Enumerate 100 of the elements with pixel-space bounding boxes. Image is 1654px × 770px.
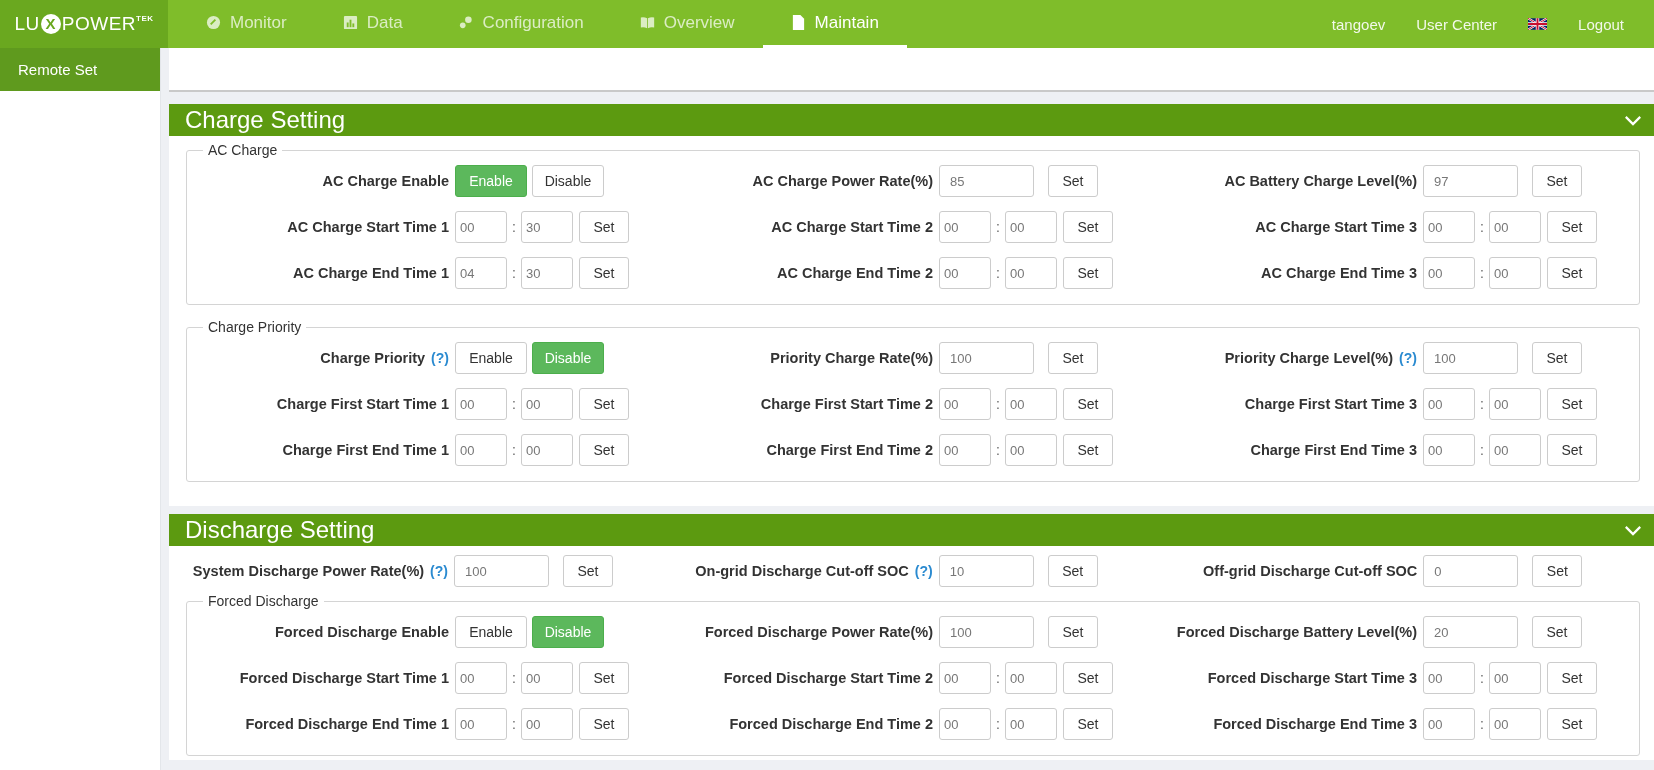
help-link[interactable]: (?): [430, 563, 448, 579]
minute-field[interactable]: 00: [521, 708, 573, 740]
set-button[interactable]: Set: [1063, 708, 1113, 740]
set-button[interactable]: Set: [1532, 555, 1583, 587]
chevron-icon[interactable]: [1624, 114, 1642, 126]
sidebar-item[interactable]: Remote Set: [0, 48, 160, 91]
minute-field[interactable]: 00: [1005, 211, 1057, 243]
set-button[interactable]: Set: [1063, 211, 1113, 243]
hour-field[interactable]: 00: [1423, 434, 1475, 466]
set-button[interactable]: Set: [563, 555, 613, 587]
set-button[interactable]: Set: [1063, 434, 1113, 466]
hour-field[interactable]: 00: [1423, 211, 1475, 243]
help-link[interactable]: (?): [914, 563, 933, 579]
hour-field[interactable]: 00: [939, 662, 991, 694]
number-field[interactable]: 85: [939, 165, 1034, 197]
time-separator: :: [995, 442, 1001, 458]
field-label: AC Charge Enable: [322, 173, 449, 189]
hour-field[interactable]: 00: [939, 388, 991, 420]
set-button[interactable]: Set: [1532, 616, 1582, 648]
field-label: AC Charge End Time 2: [776, 265, 933, 281]
number-field[interactable]: 20: [1423, 616, 1518, 648]
toggle-button[interactable]: Enable: [455, 616, 527, 648]
hour-field[interactable]: 00: [1423, 257, 1475, 289]
set-button[interactable]: Set: [1063, 388, 1113, 420]
minute-field[interactable]: 00: [521, 388, 573, 420]
field-label: Forced Discharge Enable: [274, 624, 449, 640]
set-button[interactable]: Set: [579, 388, 629, 420]
minute-field[interactable]: 00: [1005, 662, 1057, 694]
hour-field[interactable]: 00: [939, 434, 991, 466]
hour-field[interactable]: 04: [455, 257, 507, 289]
minute-field[interactable]: 00: [1005, 708, 1057, 740]
minute-field[interactable]: 00: [1005, 388, 1057, 420]
number-field[interactable]: 100: [454, 555, 549, 587]
hour-field[interactable]: 00: [455, 662, 507, 694]
number-field[interactable]: 10: [938, 555, 1034, 587]
toggle-button[interactable]: Disable: [532, 165, 604, 197]
minute-field[interactable]: 00: [521, 662, 573, 694]
toggle-button[interactable]: Enable: [455, 165, 527, 197]
set-button[interactable]: Set: [1048, 342, 1098, 374]
hour-field[interactable]: 00: [1423, 662, 1475, 694]
set-button[interactable]: Set: [1047, 555, 1098, 587]
help-link[interactable]: (?): [431, 350, 449, 366]
hour-field[interactable]: 00: [1423, 388, 1475, 420]
set-button[interactable]: Set: [1532, 342, 1582, 374]
number-field[interactable]: 100: [1423, 342, 1518, 374]
hour-field[interactable]: 00: [939, 211, 991, 243]
field-label: On-grid Discharge Cut-off SOC: [695, 563, 909, 579]
hour-field[interactable]: 00: [455, 434, 507, 466]
minute-field[interactable]: 30: [521, 211, 573, 243]
set-button[interactable]: Set: [1547, 211, 1597, 243]
flag-icon[interactable]: [1528, 18, 1548, 30]
number-field[interactable]: 97: [1423, 165, 1518, 197]
toggle-button[interactable]: Enable: [455, 342, 527, 374]
section-header[interactable]: Charge Setting: [169, 104, 1654, 136]
set-button[interactable]: Set: [579, 211, 629, 243]
minute-field[interactable]: 00: [521, 434, 573, 466]
hour-field[interactable]: 00: [939, 708, 991, 740]
set-button[interactable]: Set: [579, 257, 629, 289]
set-button[interactable]: Set: [1547, 257, 1597, 289]
set-button[interactable]: Set: [1547, 708, 1597, 740]
toggle-button[interactable]: Disable: [532, 342, 604, 374]
set-button[interactable]: Set: [1048, 616, 1098, 648]
number-field[interactable]: 100: [939, 616, 1034, 648]
toggle-button[interactable]: Disable: [532, 616, 604, 648]
chevron-icon[interactable]: [1624, 524, 1642, 536]
set-button[interactable]: Set: [1547, 388, 1597, 420]
dots-icon: [458, 15, 474, 30]
hour-field[interactable]: 00: [455, 708, 507, 740]
set-button[interactable]: Set: [1063, 257, 1113, 289]
time-separator: :: [995, 219, 1001, 235]
help-link[interactable]: (?): [1399, 350, 1417, 366]
set-button[interactable]: Set: [1547, 434, 1597, 466]
minute-field[interactable]: 00: [1489, 708, 1541, 740]
set-button[interactable]: Set: [579, 434, 629, 466]
time-separator: :: [1479, 716, 1485, 732]
minute-field[interactable]: 00: [1489, 257, 1541, 289]
minute-field[interactable]: 00: [1489, 211, 1541, 243]
hour-field[interactable]: 00: [1423, 708, 1475, 740]
set-button[interactable]: Set: [1547, 662, 1597, 694]
minute-field[interactable]: 30: [521, 257, 573, 289]
section-title: Discharge Setting: [185, 516, 375, 544]
minute-field[interactable]: 00: [1489, 388, 1541, 420]
time-separator: :: [511, 265, 517, 281]
minute-field[interactable]: 00: [1489, 662, 1541, 694]
field-label: AC Charge Start Time 3: [1255, 219, 1417, 235]
number-field[interactable]: 0: [1423, 555, 1519, 587]
set-button[interactable]: Set: [1532, 165, 1582, 197]
minute-field[interactable]: 00: [1005, 257, 1057, 289]
minute-field[interactable]: 00: [1489, 434, 1541, 466]
hour-field[interactable]: 00: [455, 388, 507, 420]
set-button[interactable]: Set: [579, 662, 629, 694]
minute-field[interactable]: 00: [1005, 434, 1057, 466]
field-label: AC Charge End Time 3: [1260, 265, 1417, 281]
hour-field[interactable]: 00: [455, 211, 507, 243]
set-button[interactable]: Set: [1063, 662, 1113, 694]
set-button[interactable]: Set: [579, 708, 629, 740]
number-field[interactable]: 100: [939, 342, 1034, 374]
section-header[interactable]: Discharge Setting: [169, 514, 1654, 546]
set-button[interactable]: Set: [1048, 165, 1098, 197]
hour-field[interactable]: 00: [939, 257, 991, 289]
